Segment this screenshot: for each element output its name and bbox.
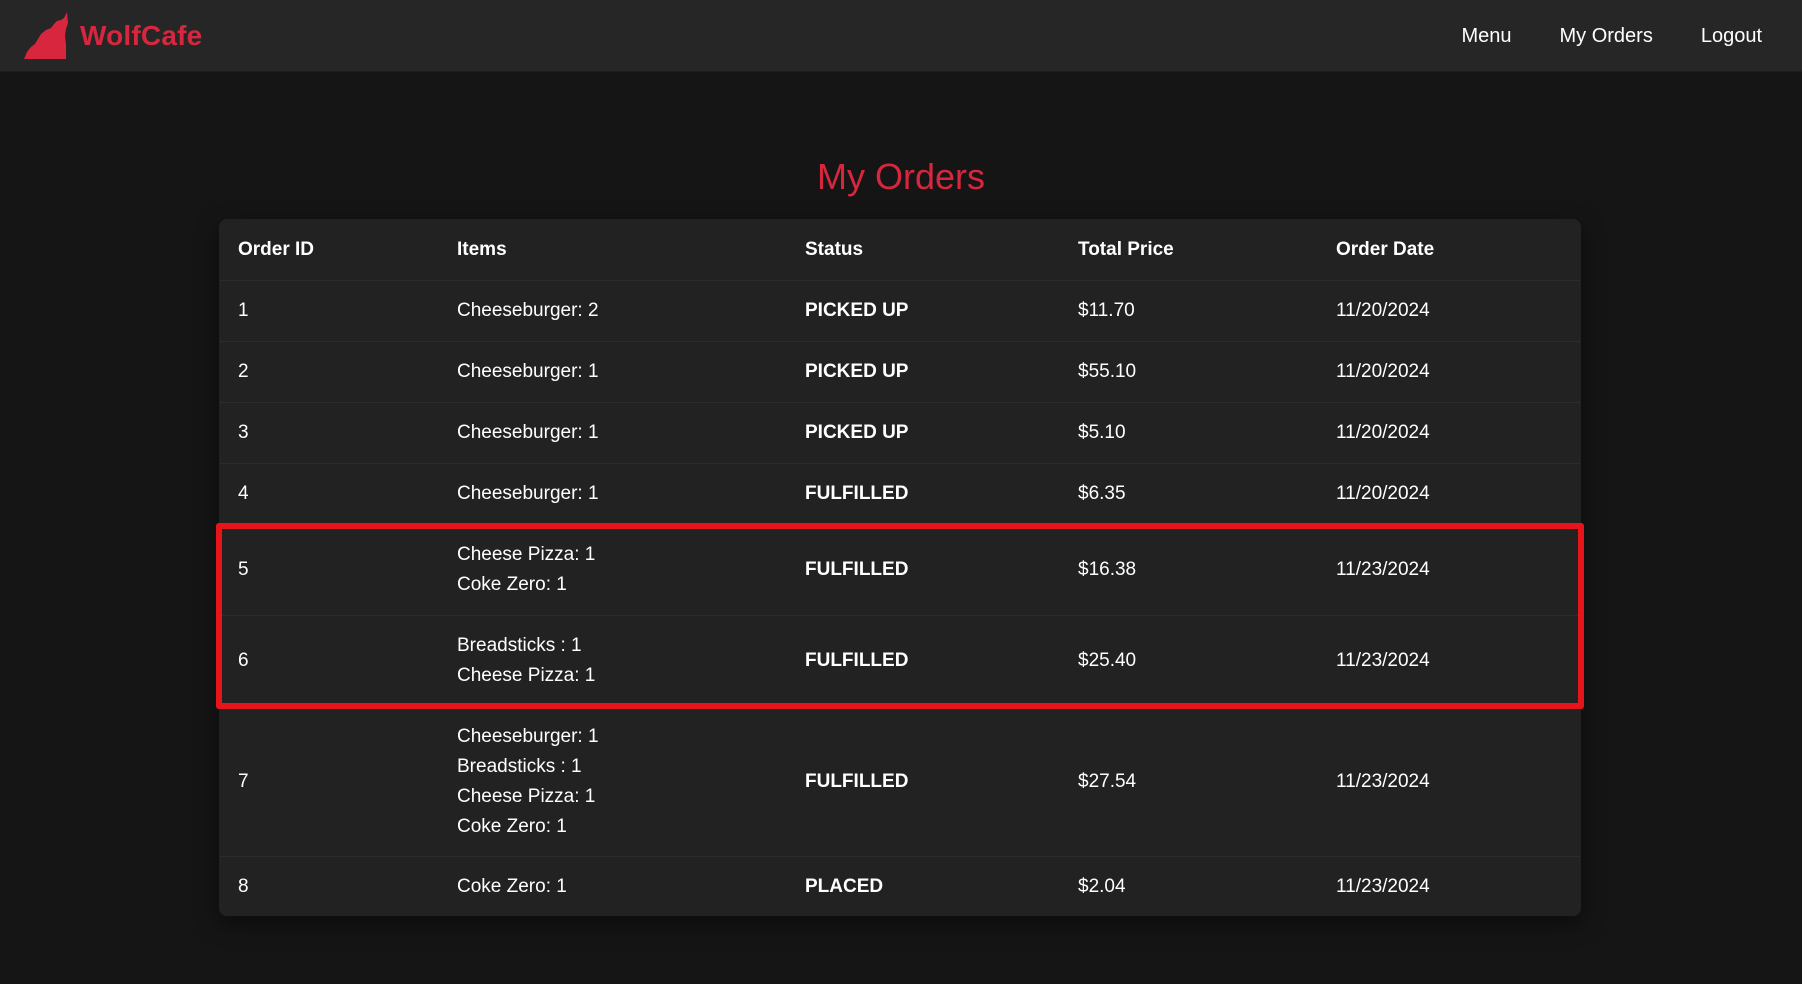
table-row: 7 Cheeseburger: 1 Breadsticks : 1 Cheese…: [219, 706, 1581, 857]
order-date-cell: 11/20/2024: [1317, 402, 1581, 464]
nav-menu-link[interactable]: Menu: [1461, 25, 1511, 48]
total-price-cell: $11.70: [1059, 280, 1317, 342]
top-navbar: WolfCafe Menu My Orders Logout: [0, 0, 1802, 72]
order-id-cell: 6: [219, 615, 438, 707]
order-id-cell: 5: [219, 524, 438, 616]
table-row: 8 Coke Zero: 1 PLACED $2.04 11/23/2024: [219, 857, 1581, 917]
items-cell: Cheeseburger: 2: [438, 280, 786, 342]
column-header-status: Status: [786, 219, 1059, 281]
items-cell: Breadsticks : 1 Cheese Pizza: 1: [438, 615, 786, 707]
order-id-cell: 7: [219, 706, 438, 857]
item-line: Cheeseburger: 1: [457, 725, 599, 747]
table-row: 2 Cheeseburger: 1 PICKED UP $55.10 11/20…: [219, 341, 1581, 403]
items-cell: Cheeseburger: 1: [438, 402, 786, 464]
column-header-total-price: Total Price: [1059, 219, 1317, 281]
total-price-cell: $16.38: [1059, 524, 1317, 616]
wolf-howling-icon: [24, 12, 70, 60]
total-price-cell: $27.54: [1059, 706, 1317, 857]
brand-home-link[interactable]: WolfCafe: [24, 10, 202, 62]
items-cell: Cheeseburger: 1: [438, 463, 786, 525]
status-cell: FULFILLED: [786, 706, 1059, 857]
total-price-cell: $55.10: [1059, 341, 1317, 403]
table-row: 4 Cheeseburger: 1 FULFILLED $6.35 11/20/…: [219, 463, 1581, 525]
total-price-cell: $25.40: [1059, 615, 1317, 707]
nav-logout-link[interactable]: Logout: [1701, 25, 1762, 48]
table-row: 3 Cheeseburger: 1 PICKED UP $5.10 11/20/…: [219, 402, 1581, 464]
order-date-cell: 11/23/2024: [1317, 615, 1581, 707]
orders-table-body: 1 Cheeseburger: 2 PICKED UP $11.70 11/20…: [219, 280, 1581, 917]
column-header-order-date: Order Date: [1317, 219, 1581, 281]
order-id-cell: 1: [219, 280, 438, 342]
order-id-cell: 2: [219, 341, 438, 403]
item-line: Cheeseburger: 1: [457, 361, 599, 382]
nav-my-orders-link[interactable]: My Orders: [1559, 25, 1652, 48]
status-cell: PLACED: [805, 876, 884, 897]
status-cell: PICKED UP: [786, 402, 1059, 464]
order-date-cell: 11/20/2024: [1317, 463, 1581, 525]
items-cell: Cheeseburger: 1 Breadsticks : 1 Cheese P…: [438, 706, 786, 857]
item-line: Coke Zero: 1: [457, 574, 567, 595]
table-row: 5 Cheese Pizza: 1 Coke Zero: 1 FULFILLED…: [219, 524, 1581, 616]
column-header-order-id: Order ID: [219, 219, 438, 281]
items-cell: Coke Zero: 1: [438, 857, 786, 917]
order-date-cell: 11/23/2024: [1317, 706, 1581, 857]
status-cell: PICKED UP: [786, 341, 1059, 403]
order-id-cell: 8: [238, 876, 249, 897]
item-line: Coke Zero: 1: [457, 815, 567, 837]
order-id-cell: 3: [219, 402, 438, 464]
items-cell: Cheeseburger: 1: [438, 341, 786, 403]
item-line: Cheese Pizza: 1: [457, 665, 596, 686]
item-line: Coke Zero: 1: [457, 876, 567, 897]
table-header-row: Order ID Items Status Total Price Order …: [219, 219, 1581, 281]
table-row: 6 Breadsticks : 1 Cheese Pizza: 1 FULFIL…: [219, 615, 1581, 707]
brand-name: WolfCafe: [80, 20, 203, 51]
total-price-cell: $5.10: [1059, 402, 1317, 464]
item-line: Cheeseburger: 1: [457, 422, 599, 443]
item-line: Cheese Pizza: 1: [457, 785, 596, 807]
items-cell: Cheese Pizza: 1 Coke Zero: 1: [438, 524, 786, 616]
status-cell: FULFILLED: [786, 524, 1059, 616]
item-line: Breadsticks : 1: [457, 755, 582, 777]
order-date-cell: 11/20/2024: [1317, 341, 1581, 403]
table-row: 1 Cheeseburger: 2 PICKED UP $11.70 11/20…: [219, 280, 1581, 342]
item-line: Cheeseburger: 1: [457, 483, 599, 504]
column-header-items: Items: [438, 219, 786, 281]
status-cell: FULFILLED: [786, 463, 1059, 525]
orders-card: Order ID Items Status Total Price Order …: [219, 219, 1581, 916]
order-date-cell: 11/23/2024: [1317, 524, 1581, 616]
order-id-cell: 4: [219, 463, 438, 525]
nav-links: Menu My Orders Logout: [1413, 0, 1762, 72]
status-cell: FULFILLED: [786, 615, 1059, 707]
order-date-cell: 11/23/2024: [1336, 876, 1430, 897]
page-title: My Orders: [816, 156, 985, 197]
item-line: Cheeseburger: 2: [457, 300, 599, 321]
orders-table: Order ID Items Status Total Price Order …: [219, 219, 1581, 916]
item-line: Cheese Pizza: 1: [457, 544, 596, 565]
item-line: Breadsticks : 1: [457, 635, 582, 656]
status-cell: PICKED UP: [786, 280, 1059, 342]
order-date-cell: 11/20/2024: [1317, 280, 1581, 342]
total-price-cell: $6.35: [1059, 463, 1317, 525]
total-price-cell: $2.04: [1078, 876, 1126, 897]
